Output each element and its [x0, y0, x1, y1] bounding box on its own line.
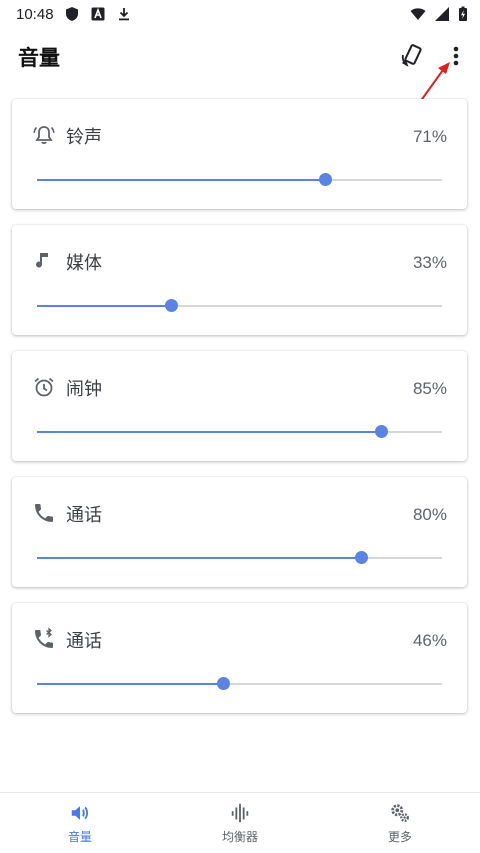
volume-card-ringtone: 铃声 71% [12, 99, 467, 209]
slider-fill [37, 431, 382, 433]
gears-icon [391, 803, 409, 822]
battery-charging-icon [459, 6, 467, 21]
slider-thumb[interactable] [164, 299, 178, 312]
more-vert-icon [453, 46, 459, 66]
alarm-percent: 85% [412, 379, 447, 398]
nav-label-volume: 音量 [67, 829, 92, 844]
rotate-phone-icon [401, 44, 422, 67]
slider-fill [37, 557, 361, 559]
wifi-icon [410, 8, 426, 20]
status-left: 10:48 [16, 6, 132, 23]
status-right [410, 6, 468, 22]
slider-thumb[interactable] [355, 551, 368, 564]
nav-item-equalizer[interactable]: 均衡器 [160, 793, 320, 853]
more-options-button[interactable] [444, 40, 468, 72]
bluetooth-call-volume-slider[interactable] [37, 677, 442, 690]
slider-thumb[interactable] [217, 677, 231, 690]
phone-icon [35, 504, 53, 522]
equalizer-bars-icon [231, 803, 249, 822]
media-label: 媒体 [66, 253, 102, 274]
bluetooth-call-label: 通话 [66, 631, 102, 652]
ringtone-percent: 71% [412, 127, 447, 146]
alarm-clock-icon [34, 377, 54, 397]
volume-card-bluetooth-call: 通话 46% [12, 603, 467, 713]
slider-fill [37, 179, 325, 181]
nav-item-volume[interactable]: 音量 [0, 793, 160, 853]
call-label: 通话 [66, 505, 102, 526]
signal-icon [435, 7, 449, 21]
media-percent: 33% [412, 253, 447, 272]
ringtone-label: 铃声 [66, 127, 102, 148]
page-title: 音量 [18, 46, 60, 70]
bluetooth-call-percent: 46% [412, 631, 447, 650]
slider-fill [37, 683, 224, 685]
alarm-volume-slider[interactable] [37, 425, 442, 438]
slider-thumb[interactable] [375, 425, 389, 438]
bell-icon [33, 126, 55, 145]
media-volume-slider[interactable] [37, 299, 442, 312]
status-time: 10:48 [16, 5, 54, 23]
status-bar: 10:48 [0, 0, 480, 28]
ringtone-volume-slider[interactable] [37, 173, 442, 186]
bottom-navigation: 音量 均衡器 更多 [0, 792, 480, 853]
download-icon [118, 8, 129, 21]
rotate-button[interactable] [396, 40, 428, 72]
volume-card-media: 媒体 33% [12, 225, 467, 335]
app-bar: 音量 [0, 32, 480, 80]
call-percent: 80% [412, 505, 447, 524]
call-volume-slider[interactable] [37, 551, 442, 564]
volume-card-alarm: 闹钟 85% [12, 351, 467, 461]
a-badge-icon [91, 7, 105, 21]
nav-label-equalizer: 均衡器 [221, 829, 258, 844]
slider-fill [37, 305, 171, 307]
music-note-icon [36, 253, 48, 268]
slider-thumb[interactable] [318, 173, 332, 186]
nav-label-more: 更多 [387, 829, 412, 844]
speaker-icon [71, 805, 89, 820]
nav-item-more[interactable]: 更多 [320, 793, 480, 853]
bluetooth-phone-icon [35, 627, 53, 648]
alarm-label: 闹钟 [66, 379, 102, 400]
shield-icon [65, 7, 78, 21]
volume-card-call: 通话 80% [12, 477, 467, 587]
